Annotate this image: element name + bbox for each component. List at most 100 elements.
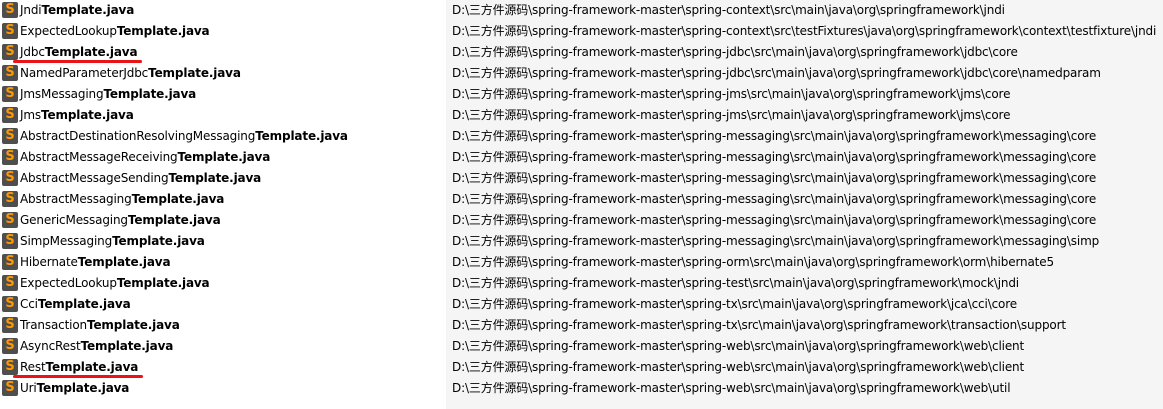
result-row[interactable]: S JmsTemplate.java D:\三方件源码\spring-framewo… bbox=[0, 105, 1163, 126]
file-name-prefix: Transaction bbox=[20, 318, 87, 332]
sublime-text-file-icon: S bbox=[2, 317, 18, 333]
file-name-prefix: GenericMessaging bbox=[20, 213, 128, 227]
file-path: D:\三方件源码\spring-framework-master\spring-… bbox=[452, 255, 1054, 269]
sublime-text-file-icon: S bbox=[2, 359, 18, 375]
file-name-match: Template.java bbox=[80, 339, 174, 353]
sublime-text-file-icon: S bbox=[2, 296, 18, 312]
file-name-match: Template.java bbox=[131, 192, 225, 206]
file-path: D:\三方件源码\spring-framework-master\spring-… bbox=[452, 45, 1018, 59]
result-row[interactable]: S AsyncRestTemplate.java D:\三方件源码\spring-f… bbox=[0, 336, 1163, 357]
file-name-match: Template.java bbox=[127, 213, 221, 227]
file-name-match: Template.java bbox=[103, 87, 197, 101]
result-row[interactable]: S HibernateTemplate.java D:\三方件源码\spring-f… bbox=[0, 252, 1163, 273]
file-name-match: Template.java bbox=[45, 360, 139, 374]
file-name-match: Template.java bbox=[37, 297, 131, 311]
file-path: D:\三方件源码\spring-framework-master\spring-… bbox=[452, 318, 1066, 332]
result-row[interactable]: S JndiTemplate.java D:\三方件源码\spring-framew… bbox=[0, 0, 1163, 21]
file-name-match: Template.java bbox=[168, 171, 262, 185]
file-name-prefix: Jdbc bbox=[20, 45, 45, 59]
file-name-prefix: Uri bbox=[20, 381, 37, 395]
file-path: D:\三方件源码\spring-framework-master\spring-… bbox=[452, 276, 1019, 290]
result-row[interactable]: S ExpectedLookupTemplate.java D:\三方件源码\spr… bbox=[0, 21, 1163, 42]
file-name-match: Template.java bbox=[77, 255, 171, 269]
result-row[interactable]: S AbstractMessagingTemplate.java D:\三方件源码\… bbox=[0, 189, 1163, 210]
result-row[interactable]: S AbstractMessageReceivingTemplate.java D:… bbox=[0, 147, 1163, 168]
file-name-prefix: ExpectedLookup bbox=[20, 24, 117, 38]
result-row[interactable]: S RestTemplate.java D:\三方件源码\spring-framew… bbox=[0, 357, 1163, 378]
file-name-prefix: Rest bbox=[20, 360, 46, 374]
file-name: CciTemplate.java bbox=[20, 294, 131, 315]
sublime-text-file-icon: S bbox=[2, 44, 18, 60]
file-name-match: Template.java bbox=[44, 45, 138, 59]
sublime-text-file-icon: S bbox=[2, 2, 18, 18]
file-name: AbstractDestinationResolvingMessagingTem… bbox=[20, 126, 348, 147]
search-results-list: S JndiTemplate.java D:\三方件源码\spring-framew… bbox=[0, 0, 1163, 409]
sublime-text-file-icon: S bbox=[2, 149, 18, 165]
file-path: D:\三方件源码\spring-framework-master\spring-… bbox=[452, 24, 1157, 38]
result-row[interactable]: S ExpectedLookupTemplate.java D:\三方件源码\spr… bbox=[0, 273, 1163, 294]
file-name-match: Template.java bbox=[177, 150, 271, 164]
sublime-text-file-icon: S bbox=[2, 170, 18, 186]
file-name-prefix: SimpMessaging bbox=[20, 234, 113, 248]
result-row[interactable]: S GenericMessagingTemplate.java D:\三方件源码\s… bbox=[0, 210, 1163, 231]
file-name-prefix: NamedParameterJdbc bbox=[20, 66, 149, 80]
file-name: JmsTemplate.java bbox=[20, 105, 134, 126]
file-path: D:\三方件源码\spring-framework-master\spring-… bbox=[452, 297, 1017, 311]
sublime-text-file-icon: S bbox=[2, 233, 18, 249]
file-name: JndiTemplate.java bbox=[20, 0, 134, 21]
sublime-text-file-icon: S bbox=[2, 65, 18, 81]
result-row[interactable]: S UriTemplate.java D:\三方件源码\spring-framewo… bbox=[0, 378, 1163, 399]
file-name-prefix: JmsMessaging bbox=[20, 87, 104, 101]
result-row[interactable]: S JdbcTemplate.java D:\三方件源码\spring-framew… bbox=[0, 42, 1163, 63]
file-path: D:\三方件源码\spring-framework-master\spring-… bbox=[452, 150, 1097, 164]
sublime-text-file-icon: S bbox=[2, 191, 18, 207]
file-name-prefix: AsyncRest bbox=[20, 339, 81, 353]
sublime-text-file-icon: S bbox=[2, 275, 18, 291]
file-path: D:\三方件源码\spring-framework-master\spring-… bbox=[452, 234, 1100, 248]
file-name-match: Template.java bbox=[87, 318, 180, 332]
result-row[interactable]: S JmsMessagingTemplate.java D:\三方件源码\sprin… bbox=[0, 84, 1163, 105]
file-name: JmsMessagingTemplate.java bbox=[20, 84, 196, 105]
sublime-text-file-icon: S bbox=[2, 254, 18, 270]
file-name-prefix: Jndi bbox=[20, 3, 42, 17]
file-name-prefix: ExpectedLookup bbox=[20, 276, 117, 290]
result-row[interactable]: S TransactionTemplate.java D:\三方件源码\spring… bbox=[0, 315, 1163, 336]
file-path: D:\三方件源码\spring-framework-master\spring-… bbox=[452, 381, 1011, 395]
file-path: D:\三方件源码\spring-framework-master\spring-… bbox=[452, 192, 1097, 206]
file-path: D:\三方件源码\spring-framework-master\spring-… bbox=[452, 3, 1005, 17]
file-name-match: Template.java bbox=[41, 3, 135, 17]
red-underline-annotation bbox=[13, 375, 144, 378]
result-row[interactable]: S SimpMessagingTemplate.java D:\三方件源码\spri… bbox=[0, 231, 1163, 252]
file-name: AbstractMessageSendingTemplate.java bbox=[20, 168, 261, 189]
file-name: ExpectedLookupTemplate.java bbox=[20, 21, 210, 42]
file-name-match: Template.java bbox=[148, 66, 241, 80]
file-name: SimpMessagingTemplate.java bbox=[20, 231, 205, 252]
file-path: D:\三方件源码\spring-framework-master\spring-… bbox=[452, 360, 1025, 374]
red-underline-annotation bbox=[13, 60, 143, 63]
file-name-match: Template.java bbox=[255, 129, 348, 143]
file-name-prefix: AbstractMessageSending bbox=[20, 171, 169, 185]
sublime-text-file-icon: S bbox=[2, 107, 18, 123]
file-name-match: Template.java bbox=[116, 24, 210, 38]
sublime-text-file-icon: S bbox=[2, 338, 18, 354]
file-name-match: Template.java bbox=[116, 276, 210, 290]
file-name-match: Template.java bbox=[41, 108, 134, 122]
file-name: HibernateTemplate.java bbox=[20, 252, 171, 273]
file-name: AbstractMessagingTemplate.java bbox=[20, 189, 224, 210]
result-row[interactable]: S CciTemplate.java D:\三方件源码\spring-framewo… bbox=[0, 294, 1163, 315]
file-name-match: Template.java bbox=[112, 234, 205, 248]
file-name: ExpectedLookupTemplate.java bbox=[20, 273, 210, 294]
file-path: D:\三方件源码\spring-framework-master\spring-… bbox=[452, 213, 1097, 227]
result-row[interactable]: S NamedParameterJdbcTemplate.java D:\三方件源码… bbox=[0, 63, 1163, 84]
file-name: GenericMessagingTemplate.java bbox=[20, 210, 221, 231]
sublime-text-file-icon: S bbox=[2, 86, 18, 102]
sublime-text-file-icon: S bbox=[2, 23, 18, 39]
file-name: UriTemplate.java bbox=[20, 378, 129, 399]
result-row[interactable]: S AbstractMessageSendingTemplate.java D:\三… bbox=[0, 168, 1163, 189]
sublime-text-file-icon: S bbox=[2, 380, 18, 396]
file-path: D:\三方件源码\spring-framework-master\spring-… bbox=[452, 87, 1011, 101]
result-row[interactable]: S AbstractDestinationResolvingMessagingTe… bbox=[0, 126, 1163, 147]
file-name: AsyncRestTemplate.java bbox=[20, 336, 173, 357]
file-name-prefix: AbstractMessaging bbox=[20, 192, 132, 206]
file-name: NamedParameterJdbcTemplate.java bbox=[20, 63, 241, 84]
